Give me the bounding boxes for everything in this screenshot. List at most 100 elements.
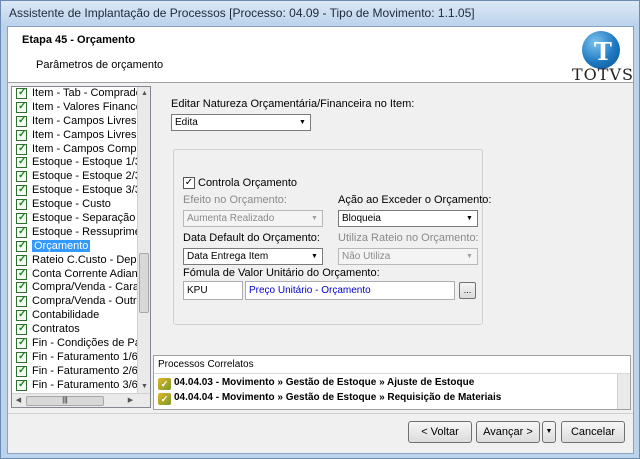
sidebar-step-label: Fin - Faturamento 3/6 [32,378,138,391]
rateio-label: Utiliza Rateio no Orçamento: [338,232,479,244]
sidebar-step-item[interactable]: Item - Tab - Comprador [12,87,138,101]
sidebar-step-item[interactable]: Rateio C.Custo - Depart [12,254,138,268]
efeito-value: Aumenta Realizado [187,213,275,224]
data-default-select[interactable]: Data Entrega Item ▼ [183,248,323,265]
sidebar-step-label: Contratos [32,323,80,336]
sidebar-step-item[interactable]: Item - Campos Livres 2/3 [12,129,138,143]
chevron-down-icon: ▼ [299,119,306,126]
sidebar-step-label: Estoque - Estoque 2/3 [32,170,138,183]
chevron-down-icon: ▼ [466,215,473,222]
scroll-down-arrow-icon[interactable]: ▼ [138,380,150,393]
step-complete-checkbox-icon [16,198,27,211]
formula-code-input[interactable]: KPU [183,281,243,300]
sidebar-step-item[interactable]: Estoque - Ressupriment [12,226,138,240]
natureza-label: Editar Natureza Orçamentária/Financeira … [171,98,415,110]
steps-list-items: Item - Tab - CompradorItem - Valores Fin… [12,87,138,393]
efeito-label: Efeito no Orçamento: [183,194,287,206]
step-complete-checkbox-icon [16,226,27,239]
scroll-left-arrow-icon[interactable]: ◀ [12,394,25,407]
step-complete-checkbox-icon [16,365,27,378]
step-complete-checkbox-icon [16,254,27,267]
formula-browse-button[interactable]: ... [459,282,476,299]
chevron-down-icon: ▼ [466,253,473,260]
window-title: Assistente de Implantação de Processos [… [9,6,475,20]
sidebar-step-item[interactable]: Estoque - Estoque 2/3 [12,170,138,184]
step-complete-checkbox-icon [16,379,27,392]
sidebar-step-item[interactable]: Conta Corrente Adianta [12,268,138,282]
step-complete-checkbox-icon [16,281,27,294]
natureza-select[interactable]: Edita ▼ [171,114,311,131]
sidebar-step-label: Item - Campos Complem [32,142,138,155]
chevron-down-icon: ▼ [311,253,318,260]
sidebar-step-item[interactable]: Estoque - Estoque 1/3 [12,156,138,170]
back-button[interactable]: < Voltar [408,421,472,443]
related-process-row[interactable]: ✓ 04.04.04 - Movimento » Gestão de Estoqu… [158,391,501,405]
next-dropdown-arrow-icon[interactable]: ▼ [542,421,556,443]
rateio-value: Não Utiliza [342,251,391,262]
sidebar-step-item[interactable]: Item - Campos Livres 1/3 [12,115,138,129]
sidebar-step-item[interactable]: Compra/Venda - Caracte [12,281,138,295]
next-button[interactable]: Avançar > [476,421,540,443]
sidebar-step-item[interactable]: Fin - Faturamento 3/6 [12,379,138,393]
steps-scroll-thumb[interactable] [139,253,149,313]
sidebar-step-label: Item - Tab - Comprador [32,87,138,99]
step-subtitle: Parâmetros de orçamento [36,59,164,71]
steps-list[interactable]: Item - Tab - CompradorItem - Valores Fin… [11,86,151,408]
related-vertical-scrollbar[interactable] [617,374,630,409]
sidebar-step-item[interactable]: Orçamento [12,239,138,254]
controla-orcamento-checkbox[interactable]: ✓ [183,177,195,189]
step-complete-checkbox-icon [16,337,27,350]
process-link-icon: ✓ [158,378,171,390]
related-process-text: 04.04.04 - Movimento » Gestão de Estoque… [174,392,502,403]
sidebar-step-item[interactable]: Estoque - Separação [12,212,138,226]
step-complete-checkbox-icon [16,351,27,364]
data-default-label: Data Default do Orçamento: [183,232,320,244]
sidebar-step-item[interactable]: Fin - Faturamento 2/6 [12,365,138,379]
formula-description: Preço Unitário - Orçamento [245,281,455,300]
sidebar-step-label: Estoque - Separação [32,212,136,225]
sidebar-step-label: Item - Valores Financeiro [32,100,138,113]
wizard-client: Etapa 45 - Orçamento Parâmetros de orçam… [7,26,634,454]
totvs-logo-text: TOTVS [572,65,634,84]
step-complete-checkbox-icon [16,212,27,225]
step-complete-checkbox-icon [16,143,27,155]
steps-vertical-scrollbar[interactable]: ▲ ▼ [137,87,150,393]
sidebar-step-item[interactable]: Item - Campos Complem [12,143,138,157]
sidebar-step-item[interactable]: Compra/Venda - Outros [12,295,138,309]
sidebar-step-item[interactable]: Fin - Condições de Paga [12,337,138,351]
sidebar-step-label: Contabilidade [32,309,100,322]
step-complete-checkbox-icon [16,240,27,253]
sidebar-step-label: Fin - Faturamento 2/6 [32,364,138,377]
sidebar-step-label: Conta Corrente Adianta [32,267,138,280]
step-complete-checkbox-icon [16,129,27,142]
scroll-up-arrow-icon[interactable]: ▲ [138,87,150,100]
sidebar-step-label: Compra/Venda - Outros [32,295,138,308]
sidebar-step-item[interactable]: Estoque - Custo [12,198,138,212]
title-bar: Assistente de Implantação de Processos [… [1,1,639,25]
sidebar-step-item[interactable]: Fin - Faturamento 1/6 [12,351,138,365]
sidebar-step-item[interactable]: Estoque - Estoque 3/3 [12,184,138,198]
controla-orcamento-label: Controla Orçamento [198,177,301,189]
efeito-select[interactable]: Aumenta Realizado ▼ [183,210,323,227]
step-header: Etapa 45 - Orçamento Parâmetros de orçam… [8,27,634,84]
acao-value: Bloqueia [342,213,381,224]
sidebar-step-item[interactable]: Contratos [12,323,138,337]
step-title: Etapa 45 - Orçamento [22,34,136,46]
related-process-row[interactable]: ✓ 04.04.03 - Movimento » Gestão de Estoqu… [158,376,474,390]
parameters-form: Editar Natureza Orçamentária/Financeira … [153,86,631,352]
sidebar-step-label: Estoque - Custo [32,198,111,211]
natureza-value: Edita [175,117,198,128]
scroll-right-arrow-icon[interactable]: ▶ [124,394,137,407]
related-processes-panel: Processos Correlatos ✓ 04.04.03 - Movimen… [153,355,631,410]
acao-select[interactable]: Bloqueia ▼ [338,210,478,227]
rateio-select[interactable]: Não Utiliza ▼ [338,248,478,265]
sidebar-step-label: Fin - Condições de Paga [32,337,138,350]
sidebar-step-item[interactable]: Contabilidade [12,309,138,323]
sidebar-step-item[interactable]: Item - Valores Financeiro [12,101,138,115]
steps-hscroll-thumb[interactable]: ||| [26,396,104,406]
cancel-button[interactable]: Cancelar [561,421,625,443]
sidebar-step-label: Compra/Venda - Caracte [32,281,138,294]
wizard-window: Assistente de Implantação de Processos [… [0,0,640,459]
step-complete-checkbox-icon [16,184,27,197]
steps-horizontal-scrollbar[interactable]: ◀ ||| ▶ [12,393,150,407]
